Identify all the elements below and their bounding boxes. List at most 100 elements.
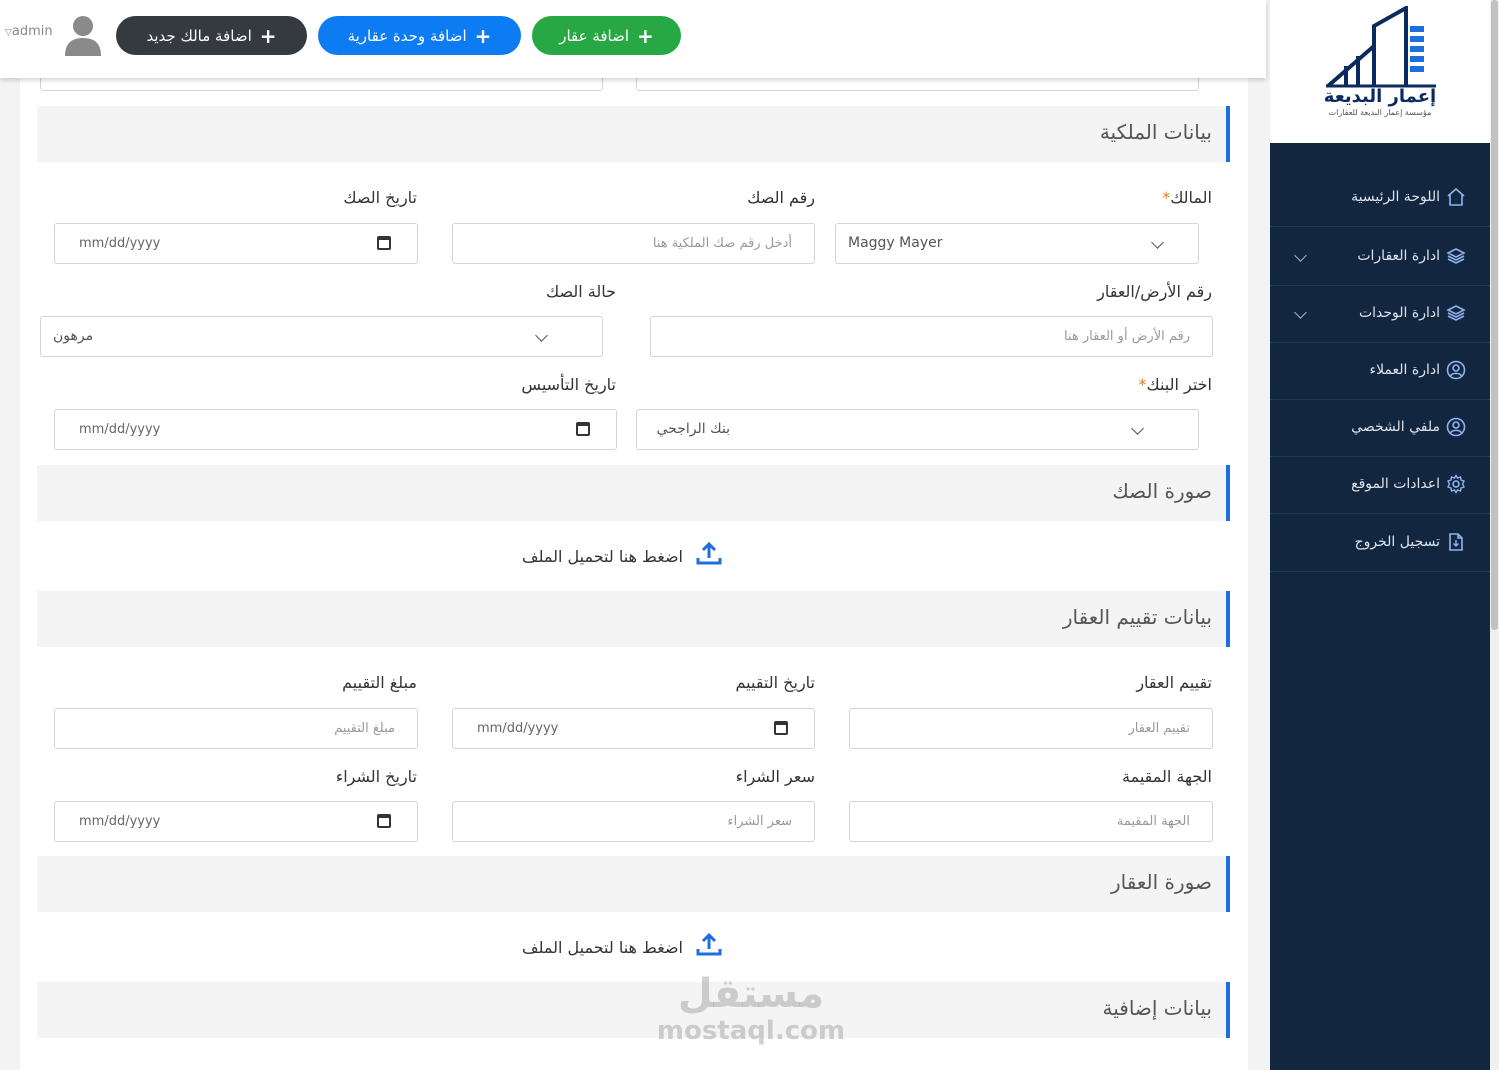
add-property-label: اضافة عقار xyxy=(559,26,630,45)
deed-number-label: رقم الصك xyxy=(747,188,815,207)
logo-name: إعمار البديعة xyxy=(1323,86,1437,107)
sidebar-item-label: اللوحة الرئيسية xyxy=(1351,189,1440,205)
evaluator-label: الجهة المقيمة xyxy=(1121,767,1212,786)
sidebar-item-settings[interactable]: اعدادات الموقع xyxy=(1270,457,1490,514)
sidebar-item-properties[interactable]: ادارة العقارات xyxy=(1270,229,1490,286)
sidebar-item-label: ادارة العقارات xyxy=(1357,248,1440,264)
valuation-amount-label: مبلغ التقييم xyxy=(342,673,417,692)
sidebar-item-units[interactable]: ادارة الوحدات xyxy=(1270,286,1490,343)
deed-status-value: مرهون xyxy=(53,328,94,344)
section-valuation: بيانات تقييم العقار xyxy=(37,591,1230,647)
avatar-icon[interactable] xyxy=(63,14,103,56)
sidebar-item-dashboard[interactable]: اللوحة الرئيسية xyxy=(1270,170,1490,227)
deed-upload-button[interactable]: اضغط هنا لتحميل الملف xyxy=(522,541,722,566)
layers-icon xyxy=(1446,248,1466,264)
deed-date-label: تاريخ الصك xyxy=(343,188,417,207)
deed-date-input[interactable]: mm/dd/yyyy xyxy=(54,223,418,264)
date-placeholder: mm/dd/yyyy xyxy=(79,422,161,437)
building-logo-icon xyxy=(1326,6,1436,88)
chevron-down-icon xyxy=(535,329,548,342)
add-owner-label: اضافة مالك جديد xyxy=(146,26,252,45)
section-title: بيانات الملكية xyxy=(1099,120,1212,144)
section-title: بيانات تقييم العقار xyxy=(1062,605,1212,629)
section-extra-data: بيانات إضافية xyxy=(37,982,1230,1038)
sidebar-item-logout[interactable]: تسجيل الخروج xyxy=(1270,515,1490,572)
chevron-down-icon xyxy=(1131,422,1144,435)
land-number-placeholder: رقم الأرض أو العقار هنا xyxy=(1064,329,1190,344)
bank-value: بنك الراجحي xyxy=(656,421,731,437)
calendar-icon[interactable] xyxy=(377,236,391,250)
purchase-price-input[interactable]: سعر الشراء xyxy=(452,801,815,842)
land-number-input[interactable]: رقم الأرض أو العقار هنا xyxy=(650,316,1213,357)
date-placeholder: mm/dd/yyyy xyxy=(79,814,161,829)
purchase-date-input[interactable]: mm/dd/yyyy xyxy=(54,801,418,842)
chevron-down-icon xyxy=(1151,236,1164,249)
sidebar-item-label: ادارة العملاء xyxy=(1369,362,1441,378)
deed-number-placeholder: أدخل رقم صك الملكية هنا xyxy=(652,236,792,251)
chevron-down-icon: ▽ xyxy=(5,28,12,38)
top-bar: ▽admin اضافة مالك جديد + اضافة وحدة عقاري… xyxy=(0,0,1266,78)
sidebar-item-label: اعدادات الموقع xyxy=(1351,476,1440,492)
scrollbar-thumb[interactable] xyxy=(1491,0,1498,630)
sidebar-item-label: ادارة الوحدات xyxy=(1358,305,1440,321)
bank-select[interactable]: بنك الراجحي xyxy=(636,409,1199,450)
deed-status-label: حالة الصك xyxy=(546,282,616,301)
valuation-date-label: تاريخ التقييم xyxy=(735,673,815,692)
calendar-icon[interactable] xyxy=(774,721,788,735)
sidebar-item-profile[interactable]: ملفي الشخصي xyxy=(1270,400,1490,457)
section-deed-image: صورة الصك xyxy=(37,465,1230,521)
sidebar-item-label: تسجيل الخروج xyxy=(1354,534,1440,550)
evaluator-placeholder: الجهة المقيمة xyxy=(1116,814,1190,829)
scrollbar[interactable] xyxy=(1490,0,1499,1070)
land-number-label: رقم الأرض/العقار xyxy=(1097,282,1212,301)
main-content: بيانات الملكية *المالك رقم الصك تاريخ ال… xyxy=(20,0,1248,1070)
section-title: بيانات إضافية xyxy=(1102,996,1213,1020)
purchase-date-label: تاريخ الشراء xyxy=(335,767,417,786)
plus-icon: + xyxy=(259,23,277,48)
add-unit-button[interactable]: اضافة وحدة عقارية + xyxy=(318,16,521,55)
plus-icon: + xyxy=(637,23,654,48)
deed-status-select[interactable]: مرهون xyxy=(40,316,603,357)
layers-icon xyxy=(1446,305,1466,321)
add-owner-button[interactable]: اضافة مالك جديد + xyxy=(116,16,307,55)
add-property-button[interactable]: اضافة عقار + xyxy=(532,16,681,55)
user-menu[interactable]: ▽admin xyxy=(5,24,53,39)
sidebar-item-clients[interactable]: ادارة العملاء xyxy=(1270,343,1490,400)
upload-label: اضغط هنا لتحميل الملف xyxy=(522,938,683,957)
chevron-down-icon xyxy=(1294,249,1307,262)
add-unit-label: اضافة وحدة عقارية xyxy=(347,26,467,45)
upload-icon xyxy=(696,541,722,565)
owner-value: Maggy Mayer xyxy=(848,235,943,251)
logo-area[interactable]: إعمار البديعة مؤسسة إعمار البديعة للعقار… xyxy=(1270,0,1490,143)
date-placeholder: mm/dd/yyyy xyxy=(79,236,161,251)
logout-file-icon xyxy=(1449,533,1463,551)
section-title: صورة الصك xyxy=(1112,479,1212,503)
section-property-image: صورة العقار xyxy=(37,856,1230,912)
chevron-down-icon xyxy=(1294,306,1307,319)
calendar-icon[interactable] xyxy=(576,422,590,436)
section-ownership: بيانات الملكية xyxy=(37,106,1230,162)
deed-number-input[interactable]: أدخل رقم صك الملكية هنا xyxy=(452,223,815,264)
owner-label: *المالك xyxy=(1162,188,1212,207)
price-placeholder: سعر الشراء xyxy=(727,814,792,829)
sidebar-item-label: ملفي الشخصي xyxy=(1351,419,1440,435)
valuation-input[interactable]: تقييم العقار xyxy=(849,708,1213,749)
plus-icon: + xyxy=(474,23,492,48)
valuation-label: تقييم العقار xyxy=(1136,673,1212,692)
calendar-icon[interactable] xyxy=(377,814,391,828)
owner-select[interactable]: Maggy Mayer xyxy=(835,223,1199,264)
valuation-amount-input[interactable]: مبلغ التقييم xyxy=(54,708,418,749)
bank-label: *اختر البنك xyxy=(1138,375,1212,394)
date-placeholder: mm/dd/yyyy xyxy=(477,721,559,736)
valuation-date-input[interactable]: mm/dd/yyyy xyxy=(452,708,815,749)
founding-date-input[interactable]: mm/dd/yyyy xyxy=(54,409,617,450)
property-upload-button[interactable]: اضغط هنا لتحميل الملف xyxy=(522,932,722,957)
section-title: صورة العقار xyxy=(1111,870,1212,894)
amount-placeholder: مبلغ التقييم xyxy=(334,721,395,736)
user-circle-icon xyxy=(1446,417,1466,437)
home-icon xyxy=(1447,187,1465,206)
founding-date-label: تاريخ التأسيس xyxy=(521,375,616,394)
evaluator-input[interactable]: الجهة المقيمة xyxy=(849,801,1213,842)
valuation-placeholder: تقييم العقار xyxy=(1128,721,1190,736)
logo-tagline: مؤسسة إعمار البديعة للعقارات xyxy=(1328,108,1432,117)
